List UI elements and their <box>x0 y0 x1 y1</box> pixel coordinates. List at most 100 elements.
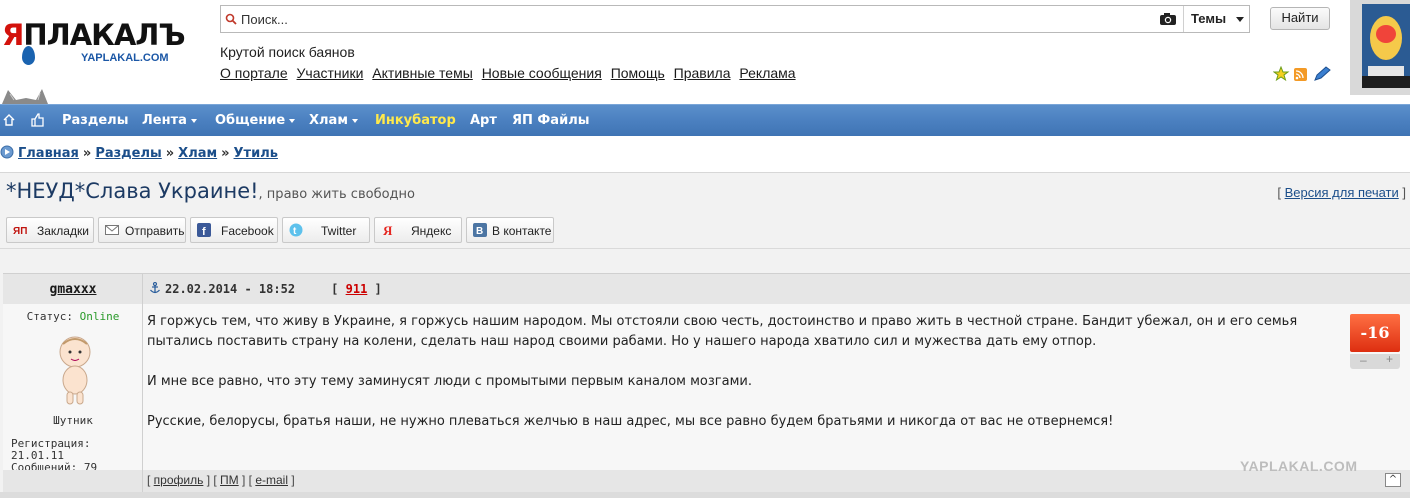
nav-junk[interactable]: Хлам <box>309 113 358 128</box>
user-stats: Регистрация: 21.01.11 Сообщений: 79 <box>11 438 142 474</box>
chevron-down-icon <box>289 118 296 123</box>
rating-badge: -16 <box>1350 314 1400 352</box>
post-paragraph: Русские, белорусы, братья наши, не нужно… <box>147 414 1114 429</box>
share-label: Отправить <box>125 224 185 238</box>
user-avatar <box>1362 4 1410 88</box>
top-links: О портале Участники Активные темы Новые … <box>220 65 801 81</box>
nav-sections[interactable]: Разделы <box>62 113 128 128</box>
post-meta: 22.02.2014 - 18:52 [ 911 ] <box>149 282 382 296</box>
share-facebook-button[interactable]: f Facebook <box>190 217 278 243</box>
envelope-icon <box>105 225 119 235</box>
author-cell: gmaxxx <box>3 274 143 304</box>
bottom-strip <box>0 492 1410 498</box>
nav-incubator[interactable]: Инкубатор <box>375 113 456 128</box>
star-icon[interactable] <box>1273 66 1290 82</box>
topic-description: , право жить свободно <box>258 187 415 202</box>
print-version: [ Версия для печати ] <box>1277 185 1406 200</box>
rate-down-button[interactable]: – <box>1360 353 1367 367</box>
facebook-icon: f <box>197 223 211 237</box>
share-label: Twitter <box>321 224 357 238</box>
print-version-link[interactable]: Версия для печати <box>1285 185 1399 200</box>
author-profile: Статус: Online Шутник Регистрация: 21.01… <box>3 304 143 474</box>
breadcrumb-separator: » <box>221 146 230 161</box>
search-button[interactable]: Найти <box>1270 7 1330 30</box>
registration-date: Регистрация: 21.01.11 <box>11 437 91 462</box>
topic-container: *НЕУД*Слава Украине!, право жить свободн… <box>0 172 1410 498</box>
header-icon-group <box>1273 66 1331 82</box>
share-vkontakte-button[interactable]: B В контакте <box>466 217 554 243</box>
share-bookmarks-button[interactable]: ЯП Закладки <box>6 217 94 243</box>
main-nav: Разделы Лента Общение Хлам Инкубатор Арт… <box>0 104 1410 136</box>
post-paragraph: Я горжусь тем, что живу в Украине, я гор… <box>147 314 1298 349</box>
post-body: Статус: Online Шутник Регистрация: 21.01… <box>3 304 1410 474</box>
yandex-icon: Я <box>383 223 393 237</box>
rss-icon[interactable] <box>1294 68 1307 81</box>
top-link-help[interactable]: Помощь <box>611 65 665 81</box>
nav-community[interactable]: Общение <box>215 113 296 128</box>
top-link-ads[interactable]: Реклама <box>739 65 795 81</box>
post-number-link[interactable]: 911 <box>346 282 368 296</box>
post-header: gmaxxx 22.02.2014 - 18:52 [ 911 ] <box>3 273 1410 304</box>
top-link-rules[interactable]: Правила <box>674 65 731 81</box>
svg-text:f: f <box>202 226 206 237</box>
top-link-about[interactable]: О портале <box>220 65 288 81</box>
breadcrumb-home[interactable]: Главная <box>18 146 79 161</box>
breadcrumb-utility[interactable]: Утиль <box>234 146 278 161</box>
share-label: Facebook <box>221 224 274 238</box>
status-line: Статус: Online <box>3 310 143 323</box>
thumbs-up-icon[interactable] <box>31 113 45 127</box>
top-link-members[interactable]: Участники <box>297 65 364 81</box>
anchor-icon[interactable] <box>149 282 161 294</box>
rate-up-button[interactable]: + <box>1386 352 1393 366</box>
arrow-circle-icon <box>0 145 14 159</box>
post-footer-links: [ профиль ] [ ПМ ] [ e-mail ] <box>147 473 295 487</box>
svg-text:B: B <box>476 226 483 237</box>
nav-files[interactable]: ЯП Файлы <box>512 113 589 128</box>
divider <box>0 248 1410 249</box>
pencil-icon[interactable] <box>1314 66 1331 81</box>
chevron-down-icon <box>190 118 197 123</box>
email-link[interactable]: e-mail <box>255 473 288 487</box>
site-header: ЯПЛАКАЛЪ YAPLAKAL.COM Темы Найти Крутой … <box>0 0 1410 104</box>
site-logo[interactable]: ЯПЛАКАЛЪ YAPLAKAL.COM <box>2 18 202 78</box>
user-avatar[interactable] <box>53 334 97 406</box>
yaplakal-icon: ЯП <box>13 226 27 237</box>
home-icon[interactable] <box>3 114 15 126</box>
top-link-new-messages[interactable]: Новые сообщения <box>482 65 602 81</box>
status-label: Статус: <box>26 310 73 323</box>
vkontakte-icon: B <box>473 223 487 237</box>
user-avatar-frame[interactable] <box>1350 0 1410 95</box>
svg-text:Я: Я <box>383 223 393 237</box>
post-date: 22.02.2014 - 18:52 <box>165 282 296 296</box>
breadcrumb-junk[interactable]: Хлам <box>178 146 217 161</box>
search-input[interactable] <box>241 9 1161 29</box>
author-name[interactable]: gmaxxx <box>3 282 143 297</box>
topic-title-text: *НЕУД*Слава Украине! <box>6 179 259 203</box>
user-rank: Шутник <box>53 414 93 427</box>
breadcrumb-separator: » <box>165 146 175 161</box>
chevron-down-icon <box>1236 17 1244 22</box>
pm-link[interactable]: ПМ <box>220 473 239 487</box>
status-badge: Online <box>79 310 120 323</box>
breadcrumb-separator: » <box>82 146 92 161</box>
twitter-icon: t <box>289 223 303 237</box>
top-link-active-topics[interactable]: Активные темы <box>372 65 473 81</box>
share-twitter-button[interactable]: t Twitter <box>282 217 370 243</box>
share-yandex-button[interactable]: Я Яндекс <box>374 217 462 243</box>
cat-mascot-icon <box>2 89 48 104</box>
breadcrumb-sections[interactable]: Разделы <box>95 146 161 161</box>
search-scope-select[interactable]: Темы <box>1183 6 1250 32</box>
topic-title: *НЕУД*Слава Украине!, право жить свободн… <box>6 179 415 203</box>
tagline: Крутой поиск баянов <box>220 44 355 60</box>
nav-art[interactable]: Арт <box>470 113 497 128</box>
profile-link[interactable]: профиль <box>154 473 204 487</box>
share-send-button[interactable]: Отправить <box>98 217 186 243</box>
share-label: Закладки <box>37 224 89 238</box>
scroll-top-button[interactable]: ^ <box>1385 473 1401 487</box>
breadcrumb: Главная» Разделы» Хлам» Утиль <box>0 145 278 161</box>
nav-feed[interactable]: Лента <box>142 113 197 128</box>
camera-icon[interactable] <box>1159 12 1177 26</box>
post-footer: [ профиль ] [ ПМ ] [ e-mail ] YAPLAKAL.C… <box>3 458 1410 492</box>
chevron-down-icon <box>351 118 358 123</box>
post-paragraph: И мне все равно, что эту тему заминусят … <box>147 374 752 389</box>
